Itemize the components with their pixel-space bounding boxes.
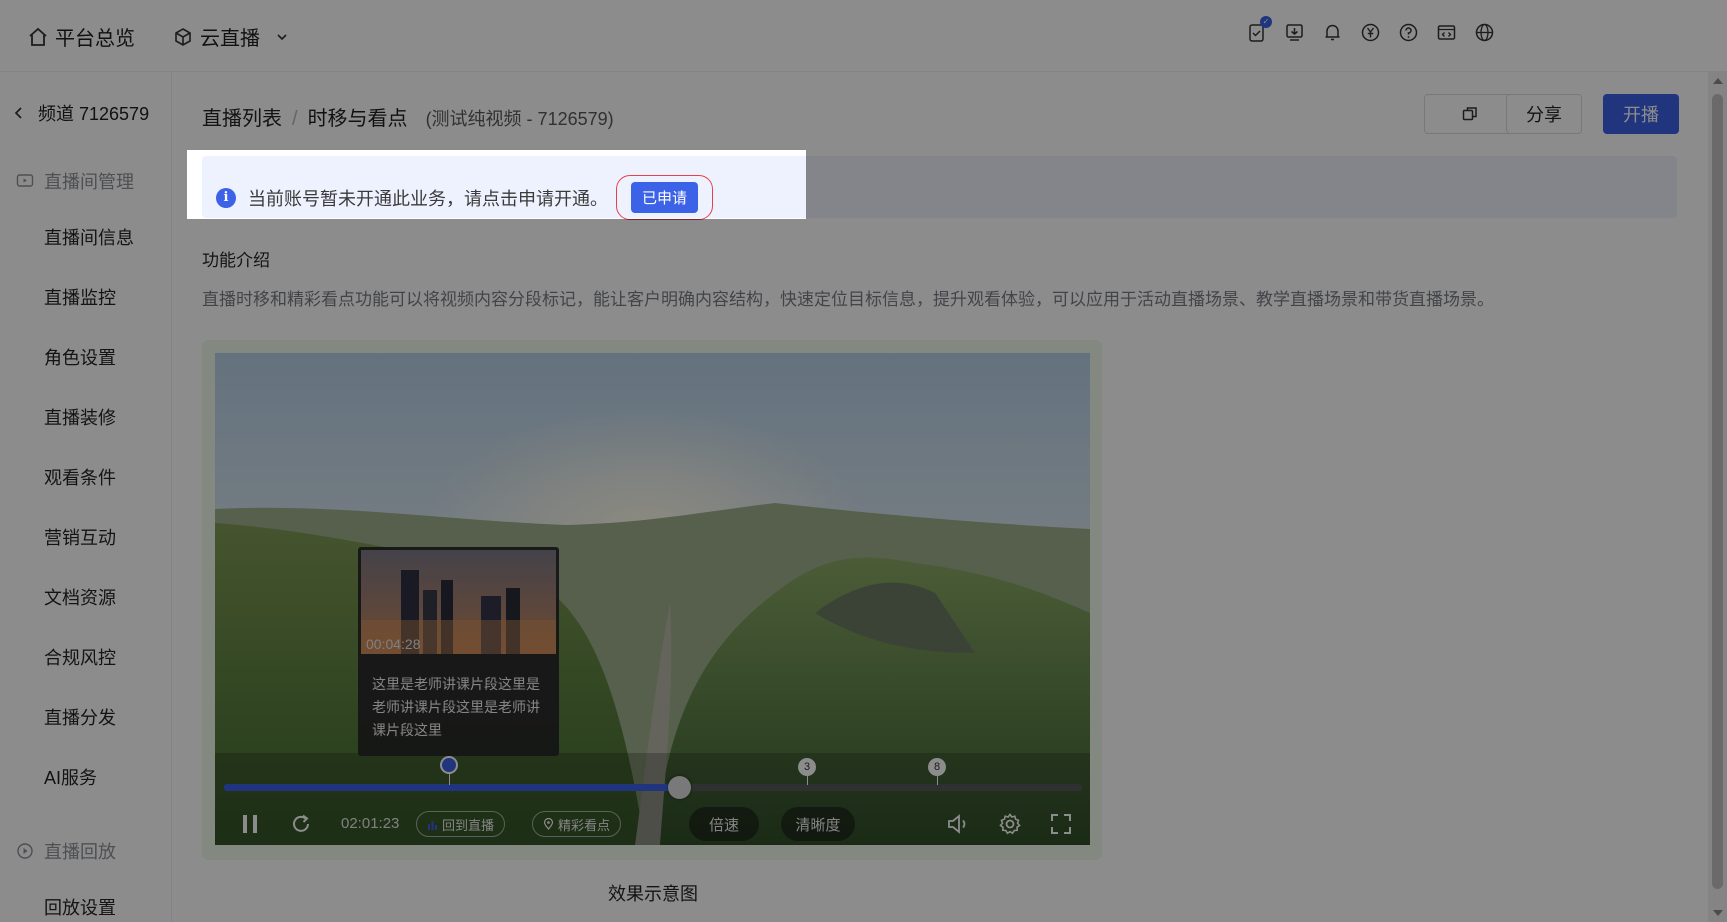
main-content: 直播列表 / 时移与看点 (测试纯视频 - 7126579) 分享 开播 i 当…	[172, 72, 1708, 922]
sidebar-item-decoration[interactable]: 直播装修	[44, 404, 116, 430]
pause-icon[interactable]	[239, 813, 261, 835]
chapter-marker-active[interactable]	[440, 756, 458, 774]
chapter-preview-tooltip: 00:04:28 这里是老师讲课片段这里是老师讲课片段这里是老师讲课片段这里	[358, 547, 559, 756]
sidebar-item-documents[interactable]: 文档资源	[44, 584, 116, 610]
code-window-icon[interactable]	[1436, 22, 1457, 43]
help-icon[interactable]	[1398, 22, 1419, 43]
fullscreen-icon[interactable]	[1049, 812, 1073, 836]
copy-icon	[1462, 107, 1477, 121]
nav-platform-overview[interactable]: 平台总览	[28, 22, 135, 51]
chevron-left-icon	[14, 107, 22, 119]
sidebar-item-marketing[interactable]: 营销互动	[44, 524, 116, 550]
nav-cloud-live-label: 云直播	[200, 28, 260, 50]
globe-icon[interactable]	[1474, 22, 1495, 43]
task-check-icon[interactable]: ✓	[1246, 16, 1272, 43]
apply-highlight: 已申请	[616, 175, 714, 220]
intro-title: 功能介绍	[202, 251, 270, 270]
intro-description: 直播时移和精彩看点功能可以将视频内容分段标记，能让客户明确内容结构，快速定位目标…	[202, 290, 1494, 309]
highlights-button[interactable]: 精彩看点	[532, 811, 622, 837]
yuan-icon[interactable]	[1360, 22, 1381, 43]
sidebar-item-roles[interactable]: 角色设置	[44, 344, 116, 370]
page-subtitle: (测试纯视频 - 7126579)	[425, 109, 614, 129]
notice-text: 当前账号暂未开通此业务，请点击申请开通。	[248, 188, 608, 209]
player-controls: 02:01:23 回到直播 精彩看点 倍速 清晰度	[215, 805, 1090, 845]
highlights-label: 精彩看点	[558, 817, 611, 833]
info-icon: i	[216, 187, 236, 208]
sidebar-group-live-room[interactable]: 直播间管理	[16, 168, 134, 194]
preview-time: 00:04:28	[366, 636, 421, 652]
preview-description: 这里是老师讲课片段这里是老师讲课片段这里是老师讲课片段这里	[372, 676, 540, 738]
copy-button[interactable]	[1424, 94, 1516, 134]
landscape-image	[215, 353, 1090, 845]
bell-icon[interactable]	[1322, 22, 1343, 43]
sidebar: 频道 7126579 直播间管理 直播间信息 直播监控 角色设置 直播装修 观看…	[0, 72, 172, 922]
marker-line	[449, 773, 450, 785]
channel-label: 频道 7126579	[38, 104, 150, 124]
speed-button[interactable]: 倍速	[689, 807, 759, 841]
current-time: 02:01:23	[341, 815, 400, 832]
download-icon[interactable]	[1284, 22, 1305, 43]
notice-banner: i 当前账号暂未开通此业务，请点击申请开通。 已申请	[202, 156, 1677, 220]
video-player[interactable]: 00:04:28 这里是老师讲课片段这里是老师讲课片段这里是老师讲课片段这里 3…	[215, 353, 1090, 845]
scroll-thumb[interactable]	[1712, 94, 1723, 889]
refresh-icon[interactable]	[290, 813, 312, 835]
sidebar-item-ai-service[interactable]: AI服务	[44, 764, 97, 790]
top-navbar: 平台总览 云直播 ✓	[0, 0, 1727, 72]
chapter-marker[interactable]: 8	[928, 758, 946, 776]
back-to-live-label: 回到直播	[442, 817, 495, 833]
scroll-up-arrow-icon[interactable]	[1713, 78, 1723, 84]
nav-cloud-live-dropdown[interactable]: 云直播	[173, 22, 289, 51]
cube-icon	[175, 27, 191, 46]
chevron-down-icon	[277, 33, 287, 40]
demo-player-frame: 00:04:28 这里是老师讲课片段这里是老师讲课片段这里是老师讲课片段这里 3…	[202, 340, 1102, 860]
sidebar-item-room-info[interactable]: 直播间信息	[44, 224, 134, 250]
quality-button[interactable]: 清晰度	[781, 807, 855, 841]
volume-icon[interactable]	[946, 812, 970, 836]
demo-caption: 效果示意图	[608, 884, 698, 904]
scroll-down-arrow-icon[interactable]	[1713, 910, 1723, 916]
sidebar-item-replay-settings[interactable]: 回放设置	[44, 894, 116, 920]
sidebar-item-distribution[interactable]: 直播分发	[44, 704, 116, 730]
page-title: 时移与看点	[307, 108, 408, 130]
home-icon	[29, 27, 47, 46]
chapter-marker[interactable]: 3	[798, 758, 816, 776]
page-scrollbar[interactable]	[1708, 72, 1727, 922]
back-to-live-button[interactable]: 回到直播	[416, 811, 506, 837]
breadcrumb: 直播列表 / 时移与看点 (测试纯视频 - 7126579)	[202, 102, 614, 131]
sidebar-group-live-room-label: 直播间管理	[44, 172, 134, 192]
nav-platform-overview-label: 平台总览	[55, 28, 135, 50]
start-live-button[interactable]: 开播	[1603, 94, 1679, 134]
breadcrumb-live-list[interactable]: 直播列表	[202, 102, 282, 131]
settings-icon[interactable]	[998, 812, 1022, 836]
progress-handle[interactable]	[668, 776, 691, 799]
location-pin-icon	[543, 818, 554, 830]
breadcrumb-separator: /	[292, 108, 298, 130]
share-button[interactable]: 分享	[1506, 94, 1582, 134]
video-screen-icon	[16, 174, 34, 187]
apply-button[interactable]: 已申请	[631, 182, 699, 213]
sidebar-group-replay[interactable]: 直播回放	[16, 838, 116, 864]
sidebar-group-replay-label: 直播回放	[44, 842, 116, 862]
channel-back-link[interactable]: 频道 7126579	[12, 100, 149, 126]
replay-icon	[17, 843, 33, 859]
sidebar-item-monitor[interactable]: 直播监控	[44, 284, 116, 310]
notification-badge: ✓	[1260, 16, 1272, 28]
sidebar-item-compliance[interactable]: 合规风控	[44, 644, 116, 670]
sidebar-item-watch-conditions[interactable]: 观看条件	[44, 464, 116, 490]
progress-played	[224, 784, 679, 791]
bars-icon	[428, 820, 437, 830]
